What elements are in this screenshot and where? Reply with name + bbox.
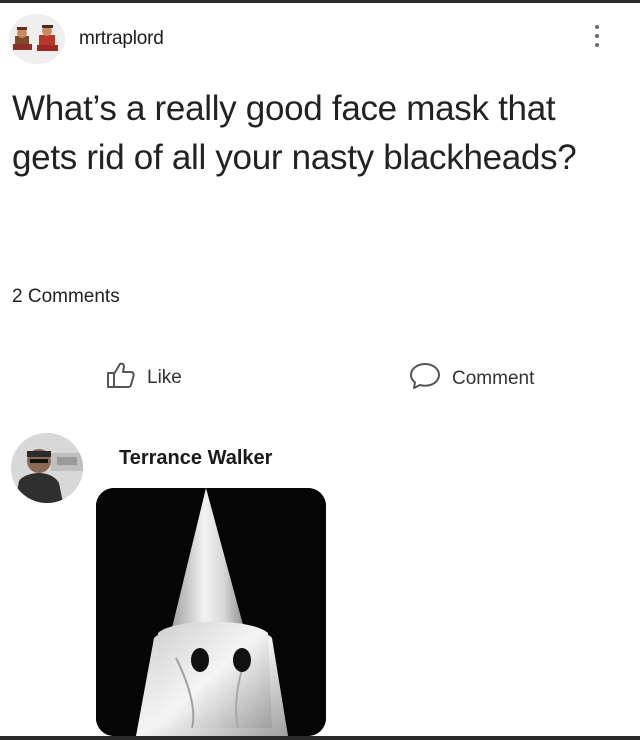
post-author-avatar[interactable] — [9, 14, 65, 64]
post-text: What’s a really good face mask that gets… — [12, 89, 577, 177]
like-label: Like — [147, 366, 182, 388]
like-button[interactable]: Like — [105, 361, 182, 394]
post-author-username[interactable]: mrtraplord — [79, 28, 164, 50]
commenter-avatar[interactable] — [11, 433, 83, 503]
post-card: mrtraplord What’s a really good face mas… — [0, 0, 640, 736]
comment-photo[interactable] — [96, 488, 326, 736]
comment-label: Comment — [452, 367, 535, 389]
thumbs-up-icon — [105, 361, 137, 394]
comment-button[interactable]: Comment — [408, 361, 534, 396]
more-vertical-icon[interactable] — [592, 25, 602, 51]
bottom-border — [0, 736, 640, 740]
commenter-name[interactable]: Terrance Walker — [119, 447, 272, 470]
speech-bubble-icon — [408, 361, 442, 396]
comments-count[interactable]: 2 Comments — [12, 286, 120, 308]
